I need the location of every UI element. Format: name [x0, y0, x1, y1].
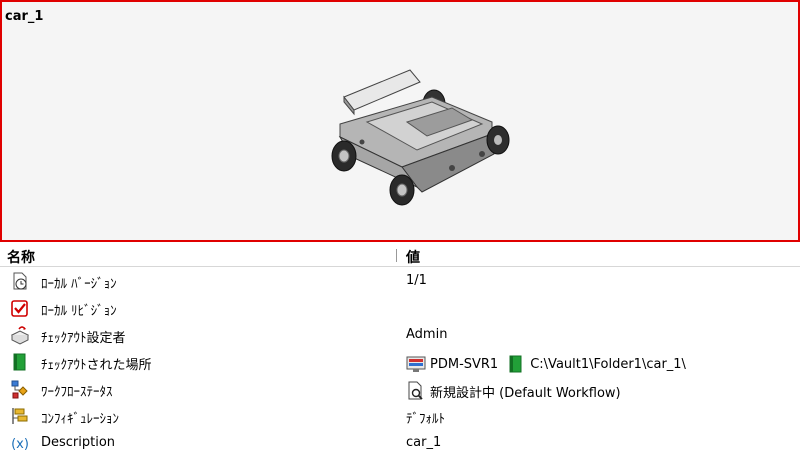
property-row-description[interactable]: (x) Description car_1	[0, 430, 800, 457]
property-row-local-revision[interactable]: ﾛｰｶﾙ ﾘﾋﾞｼﾞｮﾝ	[0, 295, 800, 322]
property-value: 新規設計中 (Default Workflow)	[406, 381, 621, 401]
car-model-thumbnail	[331, 69, 510, 206]
property-value: PDM-SVR1 C:\Vault1\Folder1\car_1\	[406, 354, 686, 374]
property-row-workflow-state[interactable]: ﾜｰｸﾌﾛｰｽﾃｰﾀｽ 新規設計中 (Default Workflow)	[0, 376, 800, 403]
properties-header: 名称 値	[0, 245, 800, 267]
property-value: car_1	[406, 435, 442, 450]
property-value: ﾃﾞﾌｫﾙﾄ	[406, 412, 445, 427]
property-value: Admin	[406, 327, 448, 342]
workflow-state-text: 新規設計中 (Default Workflow)	[430, 385, 621, 401]
preview-pane: car_1	[0, 0, 800, 242]
property-row-checked-out-by[interactable]: ﾁｪｯｸｱｳﾄ設定者 Admin	[0, 322, 800, 349]
configuration-icon	[12, 408, 28, 424]
property-label: ﾜｰｸﾌﾛｰｽﾃｰﾀｽ	[41, 385, 113, 400]
clock-document-icon	[13, 272, 27, 290]
red-checkbox-icon	[11, 300, 28, 317]
workflow-icon	[11, 380, 28, 399]
column-separator[interactable]	[396, 249, 397, 262]
property-label: ﾛｰｶﾙ ﾘﾋﾞｼﾞｮﾝ	[41, 304, 117, 319]
user-checkout-icon	[10, 326, 30, 345]
column-header-value[interactable]: 値	[406, 247, 420, 267]
property-label: ﾁｪｯｸｱｳﾄ設定者	[41, 331, 126, 346]
property-label: ﾁｪｯｸｱｳﾄされた場所	[41, 358, 152, 373]
property-label: ﾛｰｶﾙ ﾊﾞｰｼﾞｮﾝ	[41, 277, 117, 292]
green-book-icon	[13, 353, 26, 371]
local-path: C:\Vault1\Folder1\car_1\	[530, 356, 686, 372]
property-row-local-version[interactable]: ﾛｰｶﾙ ﾊﾞｰｼﾞｮﾝ 1/1	[0, 268, 800, 295]
property-label: Description	[41, 435, 116, 450]
server-name: PDM-SVR1	[430, 356, 499, 372]
column-header-name[interactable]: 名称	[7, 247, 35, 267]
svg-text:(x): (x)	[11, 437, 29, 452]
variable-x-icon: (x)	[11, 437, 29, 452]
property-row-configuration[interactable]: ｺﾝﾌｨｷﾞｭﾚｰｼｮﾝ ﾃﾞﾌｫﾙﾄ	[0, 403, 800, 430]
preview-title: car_1	[5, 9, 44, 24]
document-search-icon	[408, 381, 423, 400]
server-monitor-icon	[406, 356, 426, 372]
green-book-icon	[509, 355, 522, 373]
property-label: ｺﾝﾌｨｷﾞｭﾚｰｼｮﾝ	[41, 412, 119, 427]
property-value: 1/1	[406, 273, 427, 288]
property-row-checked-out-location[interactable]: ﾁｪｯｸｱｳﾄされた場所 PDM-SVR1 C:\Vault1\Folder1\…	[0, 349, 800, 376]
